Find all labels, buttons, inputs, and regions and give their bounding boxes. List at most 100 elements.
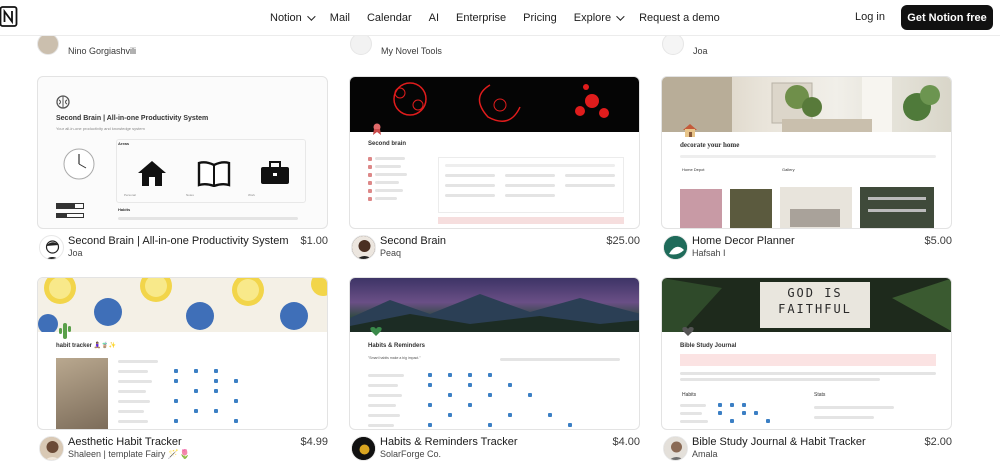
top-navbar: Notion Mail Calendar AI Enterprise Prici…: [0, 0, 1000, 36]
thumb-heading: habit tracker 🧘🏽‍♀️🧋✨: [56, 343, 117, 349]
brain-icon: [56, 95, 70, 109]
avatar: [351, 436, 376, 461]
nav-mail-link[interactable]: Mail: [330, 12, 350, 24]
card-title[interactable]: Bible Study Journal & Habit Tracker: [692, 436, 866, 448]
chevron-down-icon: [616, 12, 625, 21]
thumb-heading: Second Brain | All-in-one Productivity S…: [56, 115, 209, 122]
partial-card-meta[interactable]: Joa: [662, 33, 708, 58]
clock-icon: [63, 148, 95, 180]
card-title[interactable]: Aesthetic Habit Tracker: [68, 436, 182, 448]
card-author: Shaleen | template Fairy 🪄🌷: [68, 449, 191, 459]
area-label: Work: [248, 193, 255, 197]
column-label: Habits: [682, 392, 697, 398]
template-thumbnail[interactable]: Second brain: [349, 76, 640, 229]
card-title[interactable]: Home Decor Planner: [692, 235, 795, 247]
reading-photo: [56, 358, 108, 429]
nav-request-demo-link[interactable]: Request a demo: [639, 12, 720, 24]
home-icon: [138, 161, 166, 186]
nav-label: AI: [428, 12, 440, 24]
mountain-banner: [350, 278, 639, 332]
nav-notion-menu[interactable]: Notion: [270, 12, 316, 24]
book-icon: [197, 161, 231, 187]
card-price: $5.00: [924, 235, 952, 247]
card-author: Joa: [693, 46, 708, 56]
habit-grid: [680, 402, 800, 429]
card-price: $2.00: [924, 436, 952, 448]
house-emoji-icon: [683, 124, 697, 137]
template-thumbnail[interactable]: Second Brain | All-in-one Productivity S…: [37, 76, 328, 229]
card-author: Joa: [68, 248, 83, 258]
notion-logo-icon[interactable]: [0, 6, 18, 28]
card-author: Hafsah I: [692, 248, 726, 258]
column-label: Home Depot: [682, 167, 705, 172]
card-title[interactable]: Habits & Reminders Tracker: [380, 436, 518, 448]
thumb-quote: "Smart habits make a big impact.": [368, 356, 421, 360]
nav-pricing-link[interactable]: Pricing: [523, 12, 557, 24]
card-author: SolarForge Co.: [380, 449, 442, 459]
ribbon-icon: [373, 123, 381, 135]
area-label: Notes: [186, 193, 194, 197]
card-author: My Novel Tools: [381, 46, 442, 56]
nav-label: Enterprise: [456, 12, 507, 24]
login-link[interactable]: Log in: [855, 11, 885, 23]
thumb-heading: Bible Study Journal: [680, 343, 737, 349]
briefcase-icon: [261, 161, 289, 184]
habit-grid: [368, 370, 624, 429]
avatar: [662, 33, 684, 55]
nav-label: Request a demo: [639, 12, 720, 24]
column-label: Stats: [814, 392, 826, 398]
card-author: Nino Gorgiashvili: [68, 46, 137, 56]
template-thumbnail[interactable]: GOD IS FAITHFUL Bible Study Journal Habi…: [661, 277, 952, 430]
avatar: [663, 235, 688, 260]
nav-calendar-link[interactable]: Calendar: [367, 12, 412, 24]
avatar: [663, 436, 688, 461]
chevron-down-icon: [306, 12, 316, 21]
nav-label: Pricing: [523, 12, 557, 24]
card-title[interactable]: Second Brain | All-in-one Productivity S…: [68, 235, 289, 247]
thumb-heading: decorate your home: [680, 141, 740, 149]
faith-banner: GOD IS FAITHFUL: [662, 278, 951, 332]
avatar: [37, 33, 59, 55]
gallery-image: [680, 189, 722, 228]
nav-label: Explore: [573, 12, 612, 24]
sidebar-list: [368, 153, 428, 213]
card-title[interactable]: Second Brain: [380, 235, 446, 247]
card-price: $4.99: [300, 436, 328, 448]
partial-card-meta[interactable]: My Novel Tools: [350, 33, 442, 58]
gallery-image: [860, 187, 934, 228]
nav-label: Mail: [329, 12, 350, 24]
get-notion-free-button[interactable]: Get Notion free: [901, 5, 993, 30]
nav-ai-link[interactable]: AI: [429, 12, 439, 24]
card-price: $4.00: [612, 436, 640, 448]
heart-icon: [682, 327, 694, 336]
partial-card-meta[interactable]: Nino Gorgiashvili: [37, 33, 137, 58]
divider: [680, 155, 936, 158]
cactus-icon: [59, 323, 71, 339]
divider: [118, 217, 298, 220]
gallery-image: [730, 189, 772, 228]
progress-bar: [56, 203, 84, 209]
template-thumbnail[interactable]: Habits & Reminders "Smart habits make a …: [349, 277, 640, 430]
neon-banner: [350, 77, 639, 132]
nav-explore-menu[interactable]: Explore: [573, 12, 625, 24]
progress-bar: [56, 213, 84, 218]
divider: [814, 406, 894, 409]
banner-line: FAITHFUL: [778, 302, 852, 316]
section-label: Habits: [118, 207, 131, 212]
avatar: [39, 436, 64, 461]
thumb-heading: Second brain: [368, 141, 407, 147]
template-thumbnail[interactable]: decorate your home Home Depot Gallery: [661, 76, 952, 229]
banner-line: GOD IS: [787, 286, 843, 300]
nav-label: Calendar: [366, 12, 412, 24]
divider: [814, 416, 874, 419]
habit-grid: [118, 358, 318, 429]
gallery-image: [780, 187, 852, 228]
card-author: Peaq: [380, 248, 402, 258]
highlight-bar: [438, 217, 624, 224]
thumb-subheading: Your all-in-one productivity and knowled…: [56, 126, 145, 131]
nav-links: Notion Mail Calendar AI Enterprise Prici…: [270, 0, 737, 36]
nav-enterprise-link[interactable]: Enterprise: [456, 12, 506, 24]
template-thumbnail[interactable]: habit tracker 🧘🏽‍♀️🧋✨: [37, 277, 328, 430]
thumb-heading: Habits & Reminders: [368, 343, 426, 349]
heart-icon: [370, 327, 382, 336]
